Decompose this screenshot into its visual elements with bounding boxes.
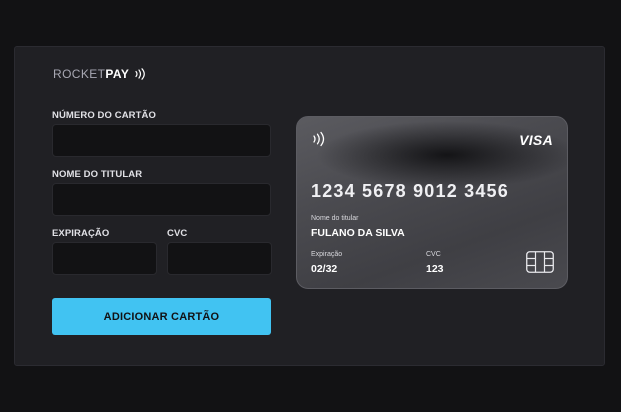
contactless-icon: [311, 131, 327, 152]
visa-logo: VISA: [519, 132, 553, 148]
cvc-caption: CVC: [426, 251, 441, 258]
cvc-label: CVC: [167, 228, 188, 239]
logo-text-bold: PAY: [105, 67, 130, 81]
contactless-icon: [134, 68, 148, 80]
holder-caption: Nome do titular: [311, 215, 359, 222]
cardholder-name-label: NOME DO TITULAR: [52, 169, 143, 180]
chip-icon: [526, 251, 554, 278]
expiry-label: EXPIRAÇÃO: [52, 228, 110, 239]
credit-card-preview: VISA 1234 5678 9012 3456 Nome do titular…: [296, 116, 568, 289]
card-number-display: 1234 5678 9012 3456: [311, 181, 509, 201]
card-number-input[interactable]: [52, 124, 271, 157]
rocketpay-logo: ROCKET PAY: [53, 67, 148, 81]
logo-text-light: ROCKET: [53, 67, 106, 81]
expiry-input[interactable]: [52, 242, 157, 275]
cvc-display: 123: [426, 263, 444, 275]
expiry-display: 02/32: [311, 263, 338, 275]
cvc-input[interactable]: [167, 242, 272, 275]
holder-name-display: FULANO DA SILVA: [311, 227, 405, 239]
add-card-button[interactable]: ADICIONAR CARTÃO: [52, 298, 271, 335]
cardholder-name-input[interactable]: [52, 183, 271, 216]
expiry-caption: Expiração: [311, 251, 343, 258]
card-form-panel: ROCKET PAY NÚMERO DO CARTÃO NOME DO TITUL…: [14, 46, 605, 366]
card-number-label: NÚMERO DO CARTÃO: [52, 110, 156, 121]
